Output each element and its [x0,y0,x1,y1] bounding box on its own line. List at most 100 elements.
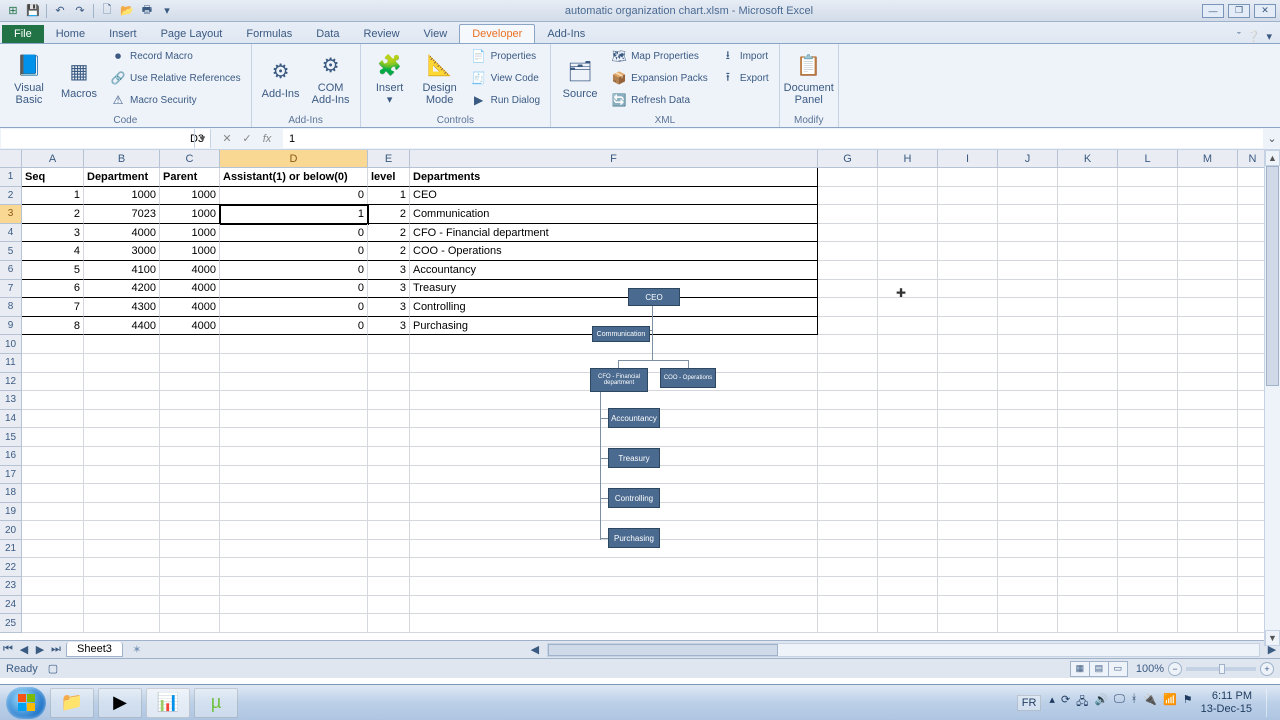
cell[interactable] [938,187,998,206]
cell[interactable] [1178,187,1238,206]
cell[interactable] [818,391,878,410]
help-icon[interactable]: ❔ [1247,30,1261,43]
qat-print-icon[interactable]: 🖶 [138,2,156,20]
cell[interactable] [1058,280,1118,299]
cell[interactable]: 1 [220,205,368,224]
cell[interactable]: Accountancy [410,261,818,280]
cell[interactable]: 7 [22,298,84,317]
cell[interactable] [938,298,998,317]
cell[interactable] [998,280,1058,299]
cell[interactable] [1058,521,1118,540]
scroll-down-icon[interactable]: ▼ [1265,630,1280,646]
tab-data[interactable]: Data [304,25,351,43]
cell[interactable]: Communication [410,205,818,224]
qat-new-icon[interactable]: 🗋 [98,2,116,20]
cell[interactable] [1118,354,1178,373]
cell[interactable] [220,466,368,485]
cell[interactable] [220,540,368,559]
row-header-25[interactable]: 25 [0,614,22,633]
cell[interactable] [410,540,818,559]
cell[interactable] [220,558,368,577]
cell[interactable] [938,521,998,540]
cell[interactable] [1058,577,1118,596]
cell[interactable] [818,577,878,596]
cell[interactable] [160,503,220,522]
cell[interactable] [1058,558,1118,577]
zoom-slider[interactable] [1186,667,1256,671]
cell[interactable]: Seq [22,168,84,187]
cell[interactable] [938,168,998,187]
row-header-9[interactable]: 9 [0,317,22,336]
cell[interactable]: 4200 [84,280,160,299]
cell[interactable] [1058,354,1118,373]
cell[interactable]: 0 [220,298,368,317]
cell[interactable] [160,558,220,577]
cell[interactable] [22,373,84,392]
cell[interactable] [1118,335,1178,354]
cell[interactable] [818,521,878,540]
cell[interactable]: 0 [220,261,368,280]
cell[interactable] [998,503,1058,522]
row-header-1[interactable]: 1 [0,168,22,187]
cell[interactable] [818,354,878,373]
cell[interactable] [1118,187,1178,206]
cell[interactable] [1178,335,1238,354]
column-header-J[interactable]: J [998,150,1058,168]
cell[interactable] [368,428,410,447]
row-header-17[interactable]: 17 [0,466,22,485]
cell[interactable] [220,335,368,354]
cell[interactable] [84,447,160,466]
cell[interactable]: CFO - Financial department [410,224,818,243]
column-header-I[interactable]: I [938,150,998,168]
cell[interactable] [1118,614,1178,633]
cell[interactable] [1058,168,1118,187]
cell[interactable] [1178,484,1238,503]
close-button[interactable]: ✕ [1254,4,1276,18]
ribbon-options-icon[interactable]: ▾ [1266,30,1272,43]
cell[interactable]: 5 [22,261,84,280]
cancel-formula-icon[interactable]: ✕ [218,132,236,145]
cell[interactable] [84,614,160,633]
cell[interactable] [1178,168,1238,187]
cell[interactable] [938,280,998,299]
cell[interactable]: 4300 [84,298,160,317]
cell[interactable] [410,447,818,466]
cell[interactable] [938,335,998,354]
cell[interactable] [938,317,998,336]
cell[interactable] [938,410,998,429]
tab-formulas[interactable]: Formulas [234,25,304,43]
cell[interactable] [1118,224,1178,243]
cell[interactable] [938,447,998,466]
row-header-6[interactable]: 6 [0,261,22,280]
ribbon-add-ins-button[interactable]: ⚙Add-Ins [258,46,304,112]
cell[interactable] [220,354,368,373]
cell[interactable] [938,596,998,615]
tab-review[interactable]: Review [351,25,411,43]
cell[interactable]: Treasury [410,280,818,299]
cell[interactable] [220,484,368,503]
cell[interactable] [368,558,410,577]
cell[interactable] [1118,596,1178,615]
cell[interactable] [878,558,938,577]
cell[interactable] [1058,261,1118,280]
start-button[interactable] [6,687,46,719]
cell[interactable] [22,428,84,447]
cell[interactable] [368,614,410,633]
insert-function-icon[interactable]: fx [258,133,276,145]
cell[interactable] [998,168,1058,187]
qat-open-icon[interactable]: 📂 [118,2,136,20]
cell[interactable]: 0 [220,242,368,261]
cell[interactable]: 1000 [160,205,220,224]
cell[interactable]: 3 [368,317,410,336]
cell[interactable] [938,614,998,633]
cell[interactable] [1178,521,1238,540]
row-header-2[interactable]: 2 [0,187,22,206]
cell[interactable] [1058,447,1118,466]
cell[interactable] [220,577,368,596]
taskbar-explorer-icon[interactable]: 📁 [50,688,94,718]
select-all-corner[interactable] [0,150,22,168]
new-sheet-icon[interactable]: ✶ [127,643,147,657]
cell[interactable] [84,503,160,522]
cell[interactable] [22,596,84,615]
tray-display-icon[interactable]: 🖵 [1114,693,1125,712]
